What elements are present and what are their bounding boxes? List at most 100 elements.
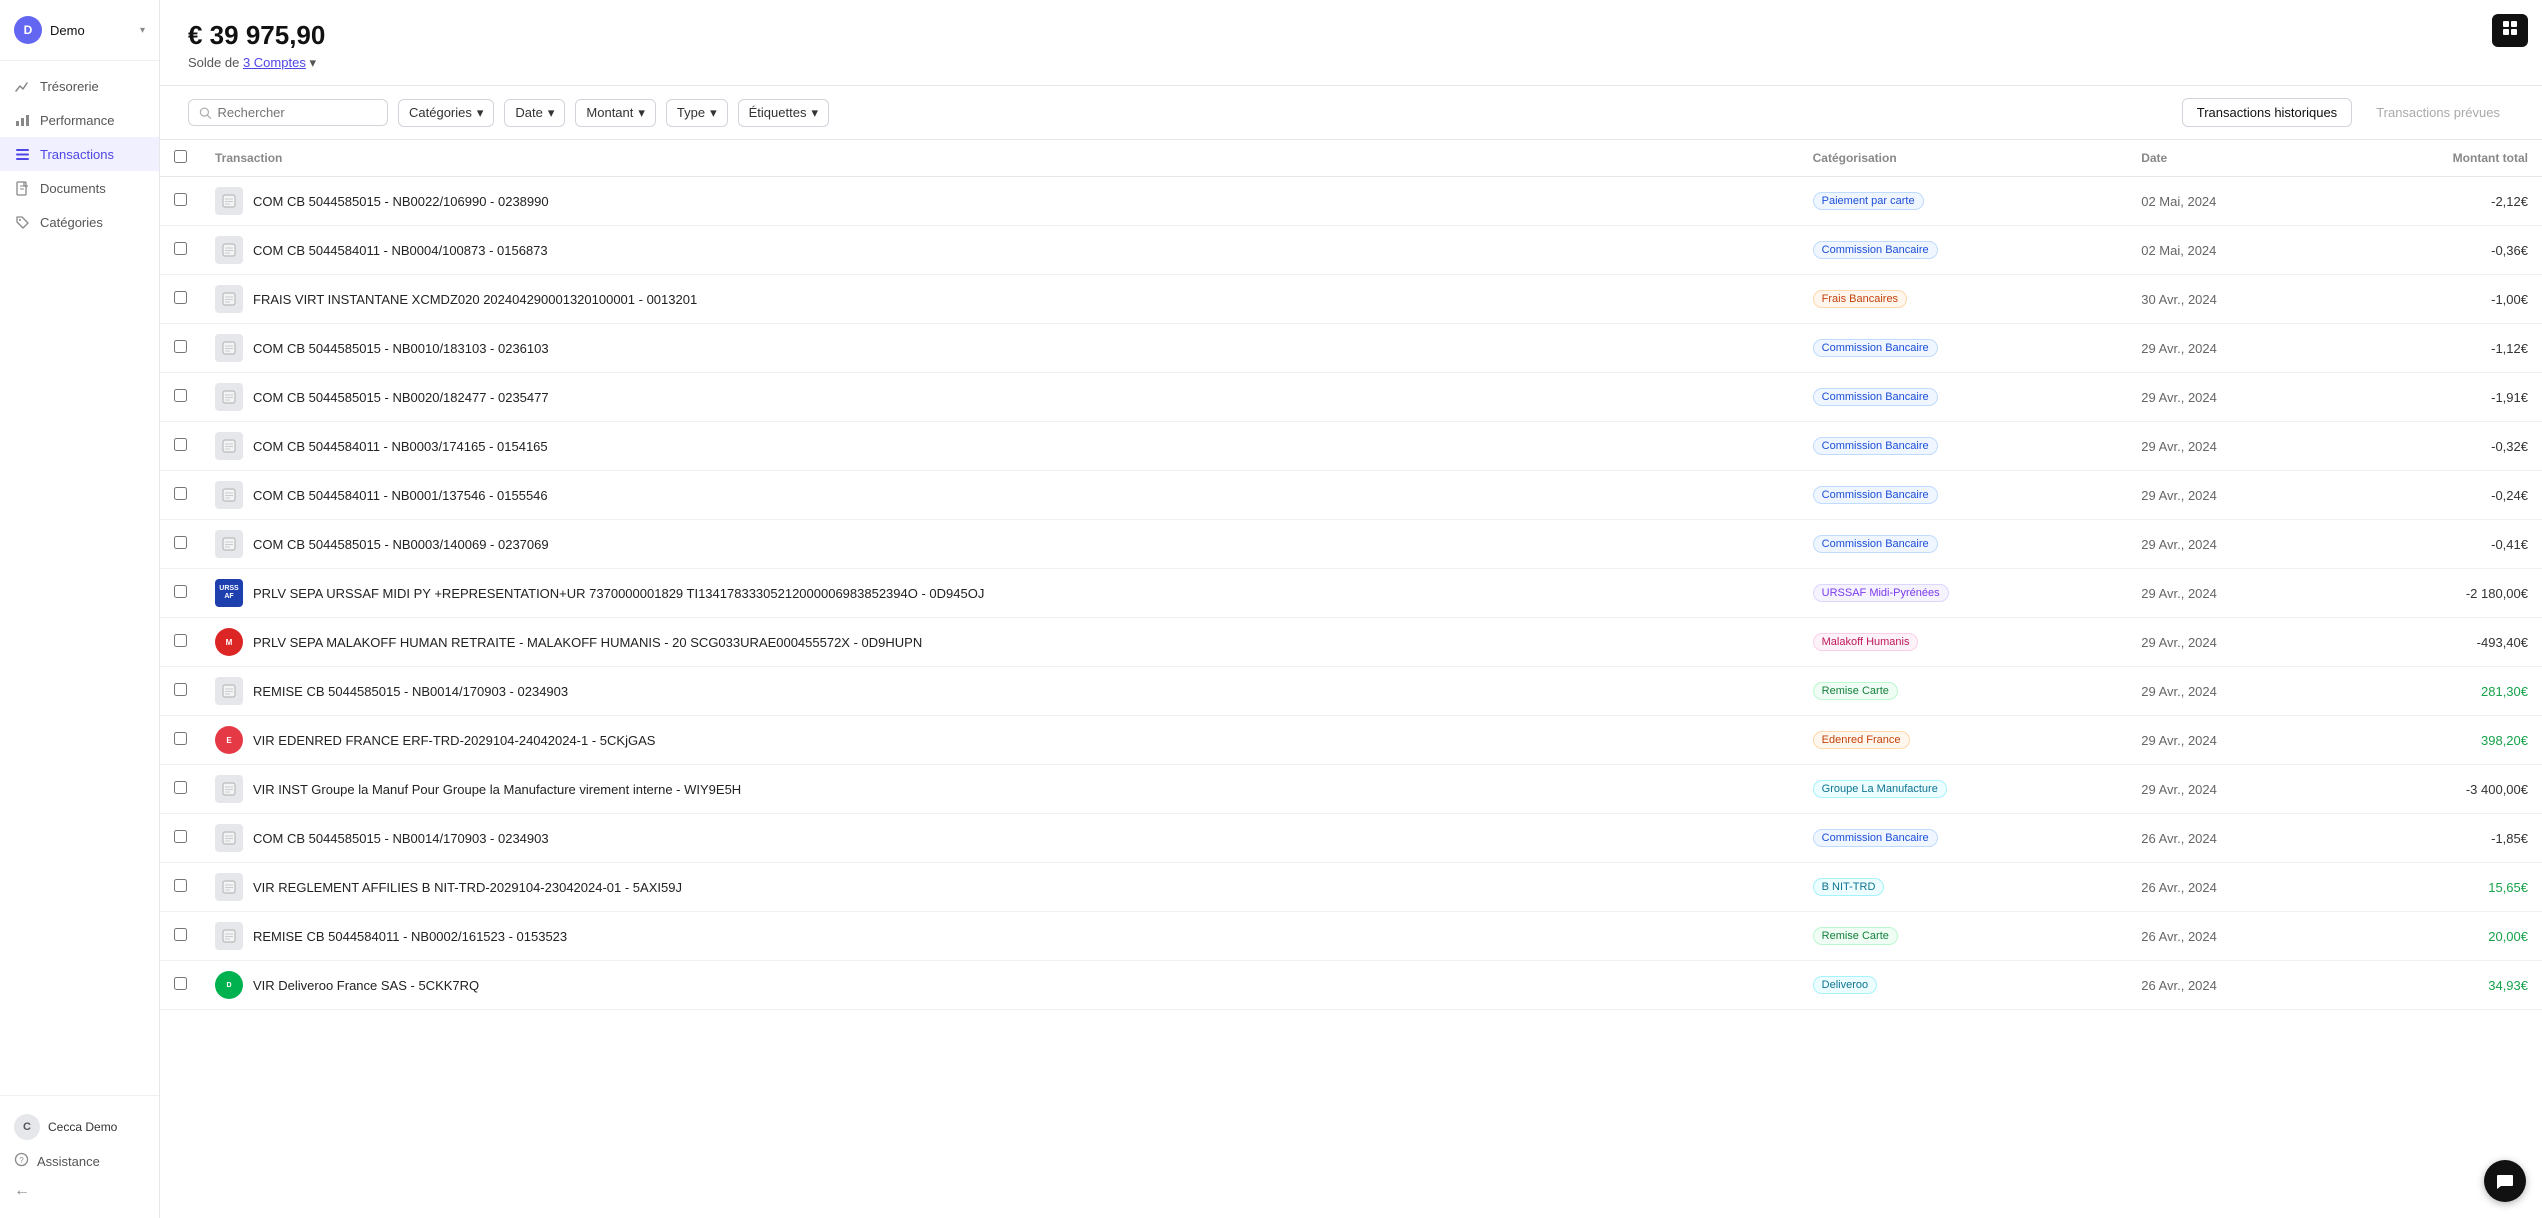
- category-badge[interactable]: Remise Carte: [1813, 927, 1898, 945]
- category-badge[interactable]: B NIT-TRD: [1813, 878, 1885, 896]
- table-row[interactable]: COM CB 5044585015 - NB0020/182477 - 0235…: [160, 373, 2542, 422]
- row-checkbox[interactable]: [174, 487, 187, 500]
- filter-type-button[interactable]: Type ▾: [666, 99, 728, 127]
- sidebar-item-documents[interactable]: Documents: [0, 171, 159, 205]
- sidebar-item-transactions[interactable]: Transactions: [0, 137, 159, 171]
- row-date-cell: 29 Avr., 2024: [2127, 422, 2335, 471]
- table-row[interactable]: VIR INST Groupe la Manuf Pour Groupe la …: [160, 765, 2542, 814]
- row-checkbox[interactable]: [174, 340, 187, 353]
- category-badge[interactable]: Frais Bancaires: [1813, 290, 1907, 308]
- top-right-button[interactable]: [2492, 14, 2528, 47]
- chat-bubble[interactable]: [2484, 1160, 2526, 1202]
- row-checkbox[interactable]: [174, 585, 187, 598]
- table-row[interactable]: COM CB 5044584011 - NB0003/174165 - 0154…: [160, 422, 2542, 471]
- row-checkbox-cell: [160, 226, 201, 275]
- row-checkbox[interactable]: [174, 438, 187, 451]
- row-checkbox-cell: [160, 863, 201, 912]
- sidebar-user-name: Cecca Demo: [48, 1120, 117, 1134]
- row-checkbox[interactable]: [174, 781, 187, 794]
- category-badge[interactable]: Commission Bancaire: [1813, 388, 1938, 406]
- tx-logo: [215, 334, 243, 362]
- tx-logo: [215, 481, 243, 509]
- row-date-cell: 26 Avr., 2024: [2127, 863, 2335, 912]
- row-checkbox[interactable]: [174, 683, 187, 696]
- transaction-name: PRLV SEPA URSSAF MIDI PY +REPRESENTATION…: [253, 586, 984, 601]
- filter-date-button[interactable]: Date ▾: [504, 99, 565, 127]
- row-badge-cell: Frais Bancaires: [1799, 275, 2128, 324]
- category-badge[interactable]: Commission Bancaire: [1813, 241, 1938, 259]
- row-checkbox-cell: [160, 520, 201, 569]
- row-checkbox[interactable]: [174, 928, 187, 941]
- filter-montant-button[interactable]: Montant ▾: [575, 99, 656, 127]
- sidebar-item-performance[interactable]: Performance: [0, 103, 159, 137]
- row-checkbox[interactable]: [174, 536, 187, 549]
- row-checkbox[interactable]: [174, 977, 187, 990]
- category-badge[interactable]: Remise Carte: [1813, 682, 1898, 700]
- tx-logo: [215, 383, 243, 411]
- sidebar-item-assistance[interactable]: ? Assistance: [14, 1146, 145, 1176]
- row-transaction-cell: COM CB 5044585015 - NB0003/140069 - 0237…: [201, 520, 1799, 569]
- row-date-cell: 26 Avr., 2024: [2127, 814, 2335, 863]
- table-row[interactable]: REMISE CB 5044584011 - NB0002/161523 - 0…: [160, 912, 2542, 961]
- search-box[interactable]: [188, 99, 388, 126]
- row-checkbox[interactable]: [174, 242, 187, 255]
- table-row[interactable]: FRAIS VIRT INSTANTANE XCMDZ020 202404290…: [160, 275, 2542, 324]
- category-badge[interactable]: Paiement par carte: [1813, 192, 1924, 210]
- table-row[interactable]: COM CB 5044584011 - NB0001/137546 - 0155…: [160, 471, 2542, 520]
- category-badge[interactable]: Malakoff Humanis: [1813, 633, 1919, 651]
- row-checkbox[interactable]: [174, 291, 187, 304]
- sidebar-collapse-button[interactable]: ←: [14, 1176, 145, 1206]
- category-badge[interactable]: URSSAF Midi-Pyrénées: [1813, 584, 1949, 602]
- row-checkbox[interactable]: [174, 830, 187, 843]
- category-badge[interactable]: Commission Bancaire: [1813, 437, 1938, 455]
- sidebar: D Demo ▾ Trésorerie Performance Transact…: [0, 0, 160, 1218]
- table-row[interactable]: REMISE CB 5044585015 - NB0014/170903 - 0…: [160, 667, 2542, 716]
- category-badge[interactable]: Deliveroo: [1813, 976, 1877, 994]
- table-row[interactable]: COM CB 5044584011 - NB0004/100873 - 0156…: [160, 226, 2542, 275]
- row-checkbox[interactable]: [174, 879, 187, 892]
- category-badge[interactable]: Commission Bancaire: [1813, 339, 1938, 357]
- row-transaction-cell: URSSAF PRLV SEPA URSSAF MIDI PY +REPRESE…: [201, 569, 1799, 618]
- category-badge[interactable]: Edenred France: [1813, 731, 1910, 749]
- row-checkbox[interactable]: [174, 193, 187, 206]
- category-badge[interactable]: Commission Bancaire: [1813, 535, 1938, 553]
- row-badge-cell: Remise Carte: [1799, 667, 2128, 716]
- table-row[interactable]: COM CB 5044585015 - NB0014/170903 - 0234…: [160, 814, 2542, 863]
- sidebar-header[interactable]: D Demo ▾: [0, 0, 159, 61]
- tab-historique[interactable]: Transactions historiques: [2182, 98, 2352, 127]
- transaction-name: VIR EDENRED FRANCE ERF-TRD-2029104-24042…: [253, 733, 655, 748]
- table-row[interactable]: M PRLV SEPA MALAKOFF HUMAN RETRAITE - MA…: [160, 618, 2542, 667]
- category-badge[interactable]: Commission Bancaire: [1813, 829, 1938, 847]
- table-row[interactable]: COM CB 5044585015 - NB0010/183103 - 0236…: [160, 324, 2542, 373]
- comptes-link[interactable]: 3 Comptes: [243, 55, 306, 70]
- row-amount-cell: -1,85€: [2335, 814, 2542, 863]
- table-row[interactable]: URSSAF PRLV SEPA URSSAF MIDI PY +REPRESE…: [160, 569, 2542, 618]
- row-badge-cell: Commission Bancaire: [1799, 520, 2128, 569]
- sidebar-item-categories[interactable]: Catégories: [0, 205, 159, 239]
- tx-logo: [215, 530, 243, 558]
- sidebar-user[interactable]: C Cecca Demo: [14, 1108, 145, 1146]
- row-checkbox[interactable]: [174, 634, 187, 647]
- row-checkbox[interactable]: [174, 732, 187, 745]
- table-row[interactable]: VIR REGLEMENT AFFILIES B NIT-TRD-2029104…: [160, 863, 2542, 912]
- select-all-checkbox[interactable]: [174, 150, 187, 163]
- row-checkbox-cell: [160, 324, 201, 373]
- search-input[interactable]: [218, 105, 377, 120]
- tab-prevues[interactable]: Transactions prévues: [2362, 99, 2514, 126]
- row-badge-cell: B NIT-TRD: [1799, 863, 2128, 912]
- table-row[interactable]: COM CB 5044585015 - NB0003/140069 - 0237…: [160, 520, 2542, 569]
- row-checkbox-cell: [160, 667, 201, 716]
- row-checkbox-cell: [160, 177, 201, 226]
- transactions-table: Transaction Catégorisation Date Montant …: [160, 140, 2542, 1010]
- table-row[interactable]: COM CB 5044585015 - NB0022/106990 - 0238…: [160, 177, 2542, 226]
- row-checkbox[interactable]: [174, 389, 187, 402]
- table-row[interactable]: E VIR EDENRED FRANCE ERF-TRD-2029104-240…: [160, 716, 2542, 765]
- chevron-down-icon: ▾: [477, 105, 484, 121]
- row-transaction-cell: COM CB 5044585015 - NB0010/183103 - 0236…: [201, 324, 1799, 373]
- filter-etiquettes-button[interactable]: Étiquettes ▾: [738, 99, 829, 127]
- table-row[interactable]: D VIR Deliveroo France SAS - 5CKK7RQ Del…: [160, 961, 2542, 1010]
- category-badge[interactable]: Groupe La Manufacture: [1813, 780, 1947, 798]
- sidebar-item-tresorerie[interactable]: Trésorerie: [0, 69, 159, 103]
- category-badge[interactable]: Commission Bancaire: [1813, 486, 1938, 504]
- filter-categories-button[interactable]: Catégories ▾: [398, 99, 494, 127]
